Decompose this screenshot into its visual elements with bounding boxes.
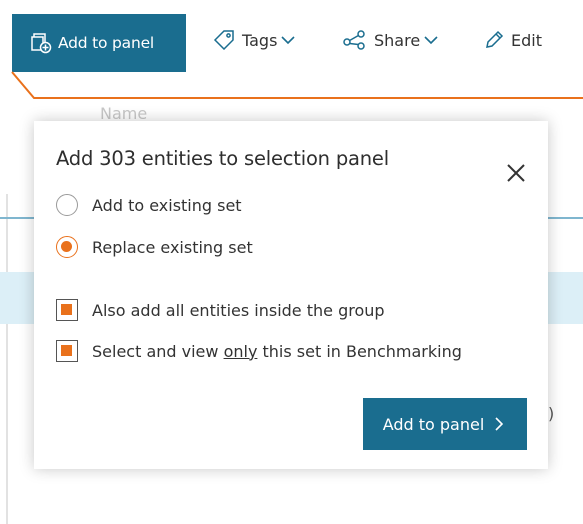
add-to-panel-submit-button[interactable]: Add to panel [363, 398, 527, 450]
checkbox[interactable] [56, 299, 78, 321]
chevron-right-icon [494, 417, 504, 431]
radio-label: Replace existing set [92, 237, 253, 257]
checkbox-label-part: Select and view [92, 341, 224, 361]
radio-button[interactable] [56, 236, 78, 258]
radio-button[interactable] [56, 194, 78, 216]
dialog-title: Add 303 entities to selection panel [56, 147, 389, 170]
background-text: ) [548, 404, 555, 423]
submit-label: Add to panel [382, 414, 485, 434]
checkbox[interactable] [56, 340, 78, 362]
checkbox-select-only-this-set[interactable]: Select and view only this set in Benchma… [56, 340, 462, 362]
add-to-panel-dialog: Add 303 entities to selection panel Add … [34, 121, 548, 469]
close-icon[interactable] [506, 163, 526, 183]
checkbox-label: Select and view only this set in Benchma… [92, 342, 462, 361]
radio-label: Add to existing set [92, 195, 242, 215]
radio-add-to-existing-set[interactable]: Add to existing set [56, 194, 242, 216]
checkbox-label: Also add all entities inside the group [92, 300, 385, 320]
radio-replace-existing-set[interactable]: Replace existing set [56, 236, 253, 258]
checkbox-add-entities-inside-group[interactable]: Also add all entities inside the group [56, 299, 385, 321]
checkbox-label-part: this set in Benchmarking [257, 341, 462, 361]
background-border [6, 194, 32, 524]
checkbox-label-emphasis: only [223, 341, 258, 361]
